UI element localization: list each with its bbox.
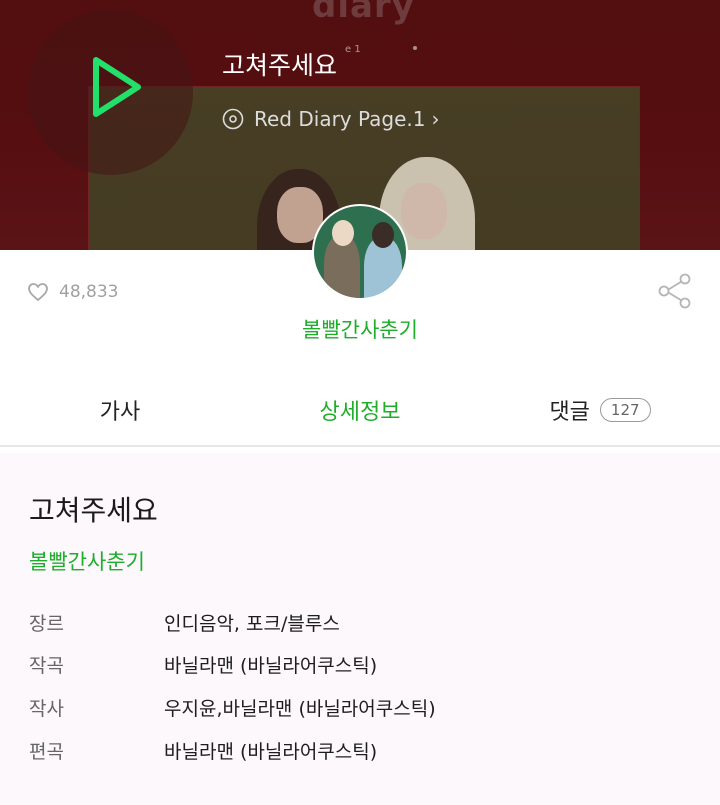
details-panel: 고쳐주세요 볼빨간사춘기 장르 인디음악, 포크/블루스 작곡 바닐라맨 (바닐… [0,453,720,805]
info-label: 작곡 [29,654,64,677]
disc-icon [222,108,244,130]
play-icon[interactable] [88,52,144,122]
tab-comments[interactable]: 댓글 127 [480,375,720,445]
song-title: 고쳐주세요 [29,494,158,527]
info-value: 바닐라맨 (바닐라어쿠스틱) [164,654,378,677]
tab-label: 가사 [99,400,141,425]
comment-count-badge: 127 [599,398,651,422]
info-value: 우지윤,바닐라맨 (바닐라어쿠스틱) [164,697,436,720]
info-value: 바닐라맨 (바닐라어쿠스틱) [164,740,378,763]
share-icon[interactable] [656,272,694,310]
avatar-face-right [372,222,394,248]
like-count: 48,833 [59,282,119,302]
like-button[interactable]: 48,833 [27,282,118,302]
info-row-composer: 작곡 바닐라맨 (바닐라어쿠스틱) [29,649,377,679]
tab-lyrics[interactable]: 가사 [0,375,240,445]
tab-details[interactable]: 상세정보 [240,375,480,445]
tab-label: 상세정보 [319,400,401,425]
album-link[interactable]: Red Diary Page.1 › [222,104,439,134]
chevron-right-icon: › [431,107,440,131]
info-label: 작사 [29,697,64,720]
info-row-lyricist: 작사 우지윤,바닐라맨 (바닐라어쿠스틱) [29,692,436,722]
info-row-genre: 장르 인디음악, 포크/블루스 [29,607,340,637]
info-label: 편곡 [29,740,64,763]
heart-icon [28,283,48,301]
avatar-face-left [332,220,354,246]
info-label: 장르 [29,612,64,635]
tab-bar: 가사 상세정보 댓글 127 [0,375,720,447]
song-artist-link[interactable]: 볼빨간사춘기 [29,546,145,576]
now-playing-title: 고쳐주세요 [222,51,338,80]
info-row-arranger: 편곡 바닐라맨 (바닐라어쿠스틱) [29,735,377,765]
album-name: Red Diary Page.1 [254,107,426,131]
artist-avatar[interactable] [312,204,408,300]
tab-label: 댓글 [549,400,590,425]
artist-name[interactable]: 볼빨간사춘기 [0,314,720,344]
info-value: 인디음악, 포크/블루스 [164,612,340,635]
